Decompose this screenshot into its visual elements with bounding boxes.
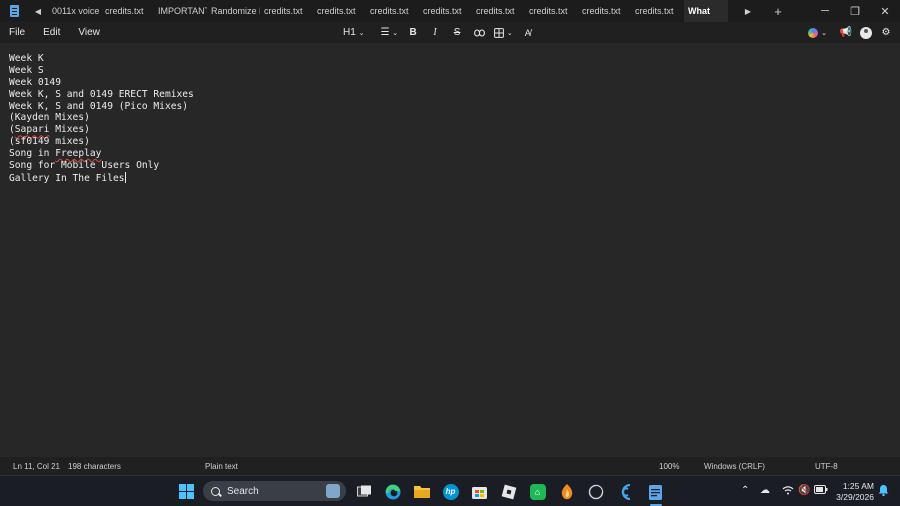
tab-4[interactable]: credits.txt xyxy=(260,0,313,22)
text-caret xyxy=(124,171,126,183)
clock-time: 1:25 AM xyxy=(842,481,874,491)
formatting-toolbar: H1 ⌄ ☰ ⌄ B I S ⌄ A̸ xyxy=(340,22,538,43)
roblox-icon[interactable] xyxy=(499,482,518,501)
battery-icon[interactable] xyxy=(814,485,828,497)
tab-bar: ◀ 0011x voice Fcredits.txtIMPORTANT,Rand… xyxy=(0,0,900,22)
copilot-icon xyxy=(808,27,819,38)
tab-0[interactable]: 0011x voice F xyxy=(48,0,101,22)
volume-muted-icon[interactable]: 🔇 xyxy=(798,485,810,496)
tab-9[interactable]: credits.txt xyxy=(525,0,578,22)
notification-bell-icon[interactable] xyxy=(878,484,889,499)
search-label: Search xyxy=(227,485,259,497)
encoding[interactable]: UTF-8 xyxy=(815,462,838,471)
notepad-app-icon xyxy=(0,0,28,22)
chevron-down-icon: ⌄ xyxy=(506,29,513,37)
doc-line: Week K, S and 0149 ERECT Remixes xyxy=(9,88,194,100)
doc-line: Week S xyxy=(9,64,44,76)
tab-2[interactable]: IMPORTANT, xyxy=(154,0,207,22)
misspelled-word[interactable]: Sapari xyxy=(15,124,50,135)
character-count: 198 characters xyxy=(68,462,121,471)
close-icon[interactable]: ✕ xyxy=(870,0,900,22)
zoom-level[interactable]: 100% xyxy=(659,462,679,471)
menu-file[interactable]: File xyxy=(0,27,34,38)
link-icon[interactable] xyxy=(469,22,489,43)
doc-line: (Sapari Mixes) xyxy=(9,124,90,136)
restore-icon[interactable]: ❐ xyxy=(840,0,870,22)
system-clock[interactable]: 1:25 AM 3/29/2026 xyxy=(832,481,874,503)
doc-line: Week 0149 xyxy=(9,76,61,88)
loading-circle-icon[interactable] xyxy=(586,482,605,501)
table-icon xyxy=(494,27,504,38)
task-view-icon[interactable] xyxy=(355,482,374,501)
file-format[interactable]: Plain text xyxy=(205,462,238,471)
italic-button[interactable]: I xyxy=(425,22,445,43)
doc-line: Song in Freeplay xyxy=(9,148,102,160)
cursor-position: Ln 11, Col 21 xyxy=(13,462,60,471)
wifi-icon[interactable] xyxy=(782,485,794,498)
file-explorer-icon[interactable] xyxy=(412,482,431,501)
code-editor-icon[interactable] xyxy=(616,482,635,501)
text-editor[interactable]: Week K Week S Week 0149 Week K, S and 01… xyxy=(0,43,900,457)
scroll-tabs-left-icon[interactable]: ◀ xyxy=(28,0,48,22)
doc-line: Week K xyxy=(9,53,44,64)
copilot-dropdown[interactable]: ⌄ xyxy=(805,22,830,43)
gamepad-app-icon[interactable]: ⌂ xyxy=(528,482,547,501)
tab-8[interactable]: credits.txt xyxy=(472,0,525,22)
misspelled-word[interactable]: Freeplay xyxy=(55,148,101,159)
start-windows-icon[interactable] xyxy=(177,482,196,501)
menu-edit[interactable]: Edit xyxy=(34,27,69,38)
bulleted-list-icon: ☰ xyxy=(380,27,390,38)
doc-line: (sf0149 mixes) xyxy=(9,136,90,148)
show-hidden-icons-chevron-icon[interactable]: ⌃ xyxy=(741,485,749,496)
menu-view[interactable]: View xyxy=(69,27,109,38)
settings-gear-icon[interactable]: ⚙ xyxy=(876,22,896,43)
clear-formatting-icon[interactable]: A̸ xyxy=(518,22,538,43)
tab-10[interactable]: credits.txt xyxy=(578,0,631,22)
tab-1[interactable]: credits.txt xyxy=(101,0,154,22)
status-bar: Ln 11, Col 21 198 characters Plain text … xyxy=(0,457,900,475)
strikethrough-button[interactable]: S xyxy=(447,22,467,43)
menu-bar: File Edit View H1 ⌄ ☰ ⌄ B I S ⌄ A̸ ⌄ 📢 ⚙ xyxy=(0,22,900,43)
line-ending[interactable]: Windows (CRLF) xyxy=(704,462,765,471)
chevron-down-icon: ⌄ xyxy=(392,29,399,37)
hp-icon[interactable]: hp xyxy=(441,482,460,501)
taskbar: Search hp ⌂ ⌃ ☁ 🔇 1:25 AM 3/29/2026 xyxy=(0,475,900,506)
doc-line: Week K, S and 0149 (Pico Mixes) xyxy=(9,100,189,112)
heading-label: H1 xyxy=(343,27,356,38)
heading-dropdown[interactable]: H1 ⌄ xyxy=(340,22,367,43)
edge-browser-icon[interactable] xyxy=(383,482,402,501)
clock-date: 3/29/2026 xyxy=(836,492,874,502)
doc-line: Gallery In The Files xyxy=(9,171,891,184)
bold-button[interactable]: B xyxy=(403,22,423,43)
account-button[interactable] xyxy=(856,22,876,43)
search-highlight-icon xyxy=(326,484,340,498)
tab-11[interactable]: credits.txt xyxy=(631,0,684,22)
announcement-icon[interactable]: 📢 xyxy=(836,22,856,43)
tab-6[interactable]: credits.txt xyxy=(366,0,419,22)
notepad-taskbar-icon[interactable] xyxy=(646,482,665,501)
fl-studio-icon[interactable] xyxy=(557,482,576,501)
doc-line: Song for Mobile Users Only xyxy=(9,160,160,172)
search-icon xyxy=(211,486,220,496)
onedrive-cloud-icon[interactable]: ☁ xyxy=(760,485,770,496)
tab-3[interactable]: Randomize E xyxy=(207,0,260,22)
taskbar-search[interactable]: Search xyxy=(203,481,346,501)
scroll-tabs-right-icon[interactable]: ▶ xyxy=(738,0,758,22)
chevron-down-icon: ⌄ xyxy=(821,29,827,37)
tab-7[interactable]: credits.txt xyxy=(419,0,472,22)
doc-line: (Kayden Mixes) xyxy=(9,112,90,124)
new-tab-button[interactable]: + xyxy=(758,0,798,22)
doc-line-text: Gallery In The Files xyxy=(9,172,125,184)
minimize-icon[interactable]: ─ xyxy=(810,0,840,22)
table-dropdown[interactable]: ⌄ xyxy=(491,22,516,43)
list-dropdown[interactable]: ☰ ⌄ xyxy=(377,22,401,43)
avatar xyxy=(860,26,872,39)
tab-12[interactable]: What xyxy=(684,0,728,22)
chevron-down-icon: ⌄ xyxy=(358,29,365,37)
microsoft-store-icon[interactable] xyxy=(470,482,489,501)
tab-5[interactable]: credits.txt xyxy=(313,0,366,22)
